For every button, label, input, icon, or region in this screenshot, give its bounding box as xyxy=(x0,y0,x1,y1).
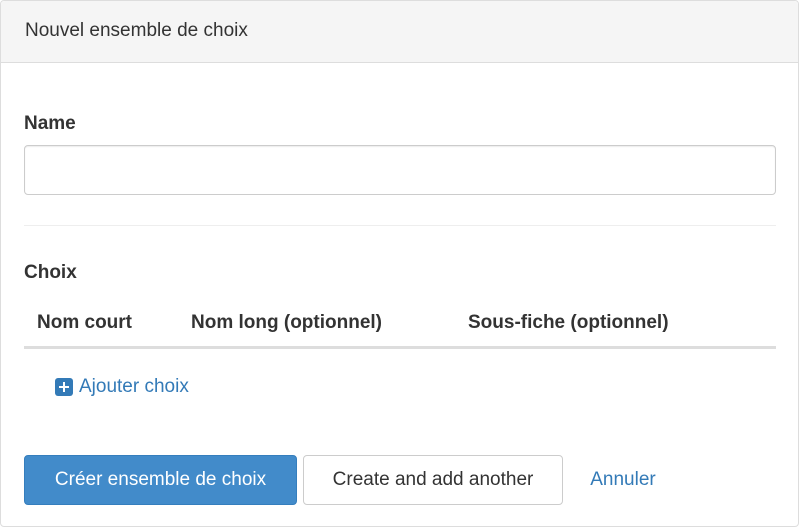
name-input[interactable] xyxy=(24,145,776,195)
add-choice-label: Ajouter choix xyxy=(79,376,189,397)
name-label: Name xyxy=(24,113,76,134)
plus-square-icon xyxy=(55,378,73,396)
cancel-link[interactable]: Annuler xyxy=(573,455,673,505)
panel-title: Nouvel ensemble de choix xyxy=(1,1,798,63)
choices-label: Choix xyxy=(24,262,77,283)
new-choice-set-panel: Nouvel ensemble de choix Name Choix Nom … xyxy=(0,0,799,527)
column-header-subform: Sous-fiche (optionnel) xyxy=(468,312,669,333)
column-header-short-name: Nom court xyxy=(37,312,132,333)
create-and-add-another-button[interactable]: Create and add another xyxy=(303,455,563,505)
add-choice-link[interactable]: Ajouter choix xyxy=(55,376,189,398)
create-choice-set-button[interactable]: Créer ensemble de choix xyxy=(24,455,297,505)
column-header-long-name: Nom long (optionnel) xyxy=(191,312,383,333)
section-divider xyxy=(24,225,776,226)
choices-table-header: Nom court Nom long (optionnel) Sous-fich… xyxy=(24,299,776,349)
